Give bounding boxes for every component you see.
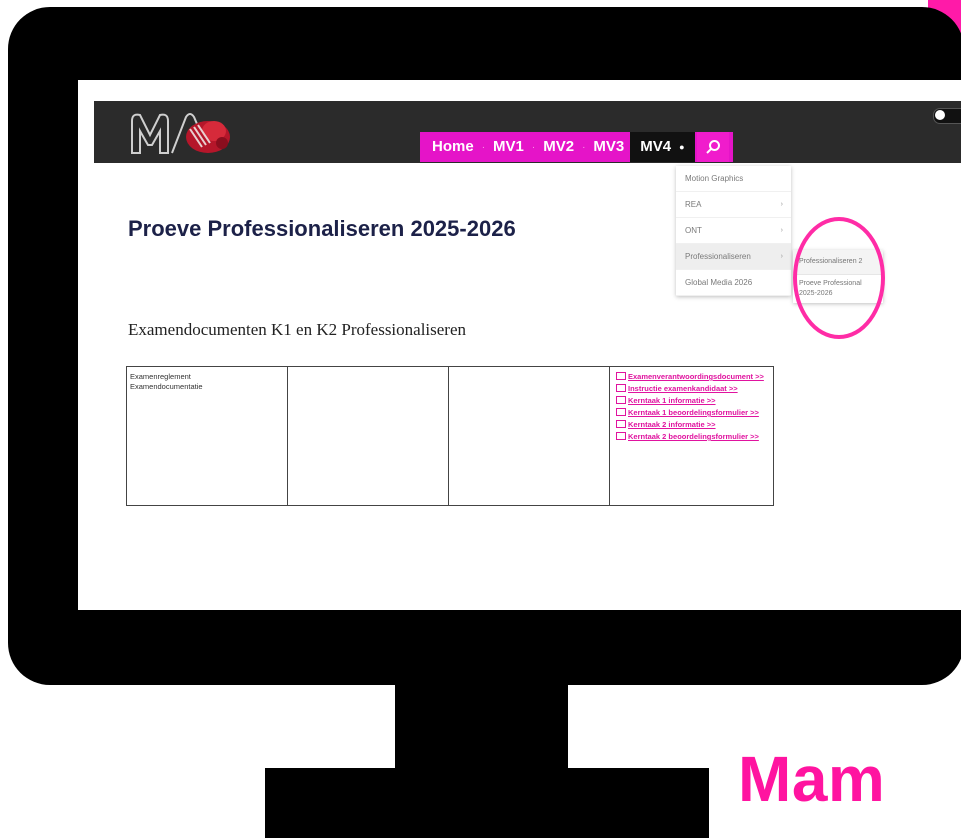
document-link[interactable]: Kerntaak 2 informatie >> (616, 419, 770, 430)
document-link-label: Instructie examenkandidaat >> (628, 384, 738, 393)
document-link[interactable]: Kerntaak 2 beoordelingsformulier >> (616, 431, 770, 442)
document-link[interactable]: Kerntaak 1 informatie >> (616, 395, 770, 406)
nav-item-mv3[interactable]: MV3 (587, 132, 630, 162)
dropdown-item-professionaliseren[interactable]: Professionaliseren › (676, 244, 791, 270)
nav-item-mv4-label: MV4 (640, 138, 672, 155)
nav-separator: · (582, 141, 586, 153)
main-nav: Home · MV1 · MV2 · MV3 MV4 ● (420, 132, 733, 162)
document-link-label: Kerntaak 2 informatie >> (628, 420, 716, 429)
search-button[interactable] (696, 132, 729, 162)
table-cell (287, 366, 449, 506)
nav-separator: · (531, 141, 536, 153)
document-link-label: Kerntaak 1 informatie >> (628, 396, 716, 405)
dropdown-item-rea[interactable]: REA › (676, 192, 791, 218)
website-screen: Home · MV1 · MV2 · MV3 MV4 ● Motion Grap… (78, 80, 961, 610)
document-link[interactable]: Examenverantwoordingsdocument >> (616, 371, 770, 382)
monitor-stand (265, 768, 709, 838)
cell-text-examenreglement: Examenreglement (130, 372, 191, 381)
document-icon (616, 396, 626, 404)
documents-table: Examenreglement Examendocumentatie Exame… (126, 366, 774, 506)
mv4-dropdown-menu: Motion Graphics REA › ONT › Professionalis… (676, 166, 791, 296)
dropdown-item-label: REA (685, 200, 702, 209)
cell-text-examendocumentatie: Examendocumentatie (130, 382, 203, 391)
nav-item-mv1[interactable]: MV1 (487, 132, 530, 162)
nav-item-home[interactable]: Home (426, 132, 480, 162)
document-link[interactable]: Kerntaak 1 beoordelingsformulier >> (616, 407, 770, 418)
brand-text: Mam (738, 743, 886, 815)
chevron-right-icon: › (780, 227, 783, 234)
dropdown-item-motion-graphics[interactable]: Motion Graphics (676, 166, 791, 192)
dropdown-item-label: Professionaliseren (685, 252, 751, 261)
document-icon (616, 408, 626, 416)
theme-toggle[interactable] (933, 108, 961, 124)
dot-icon: ● (679, 142, 685, 152)
page-title: Proeve Professionaliseren 2025-2026 (128, 216, 516, 241)
table-cell: Examenreglement Examendocumentatie (126, 366, 288, 506)
table-cell-links: Examenverantwoordingsdocument >> Instruc… (609, 366, 774, 506)
dropdown-item-global-media[interactable]: Global Media 2026 (676, 270, 791, 296)
nav-item-mv2[interactable]: MV2 (537, 132, 580, 162)
section-title: Examendocumenten K1 en K2 Professionalis… (128, 320, 467, 339)
dropdown-item-label: Global Media 2026 (685, 278, 753, 287)
chevron-right-icon: › (780, 201, 783, 208)
highlight-circle (793, 217, 885, 339)
monitor-neck (395, 684, 568, 774)
document-link-label: Examenverantwoordingsdocument >> (628, 372, 764, 381)
site-logo[interactable] (128, 107, 248, 159)
document-link[interactable]: Instructie examenkandidaat >> (616, 383, 770, 394)
table-cell (448, 366, 610, 506)
search-icon (705, 140, 720, 154)
document-icon (616, 372, 626, 380)
dropdown-item-label: ONT (685, 226, 702, 235)
document-icon (616, 384, 626, 392)
document-link-label: Kerntaak 2 beoordelingsformulier >> (628, 432, 759, 441)
chevron-right-icon: › (780, 253, 783, 260)
dropdown-item-ont[interactable]: ONT › (676, 218, 791, 244)
nav-separator: · (481, 141, 486, 153)
dropdown-item-label: Motion Graphics (685, 174, 744, 183)
document-icon (616, 420, 626, 428)
document-link-label: Kerntaak 1 beoordelingsformulier >> (628, 408, 759, 417)
nav-item-mv4[interactable]: MV4 ● (630, 132, 695, 162)
document-icon (616, 432, 626, 440)
table-row: Examenreglement Examendocumentatie Exame… (126, 366, 774, 506)
